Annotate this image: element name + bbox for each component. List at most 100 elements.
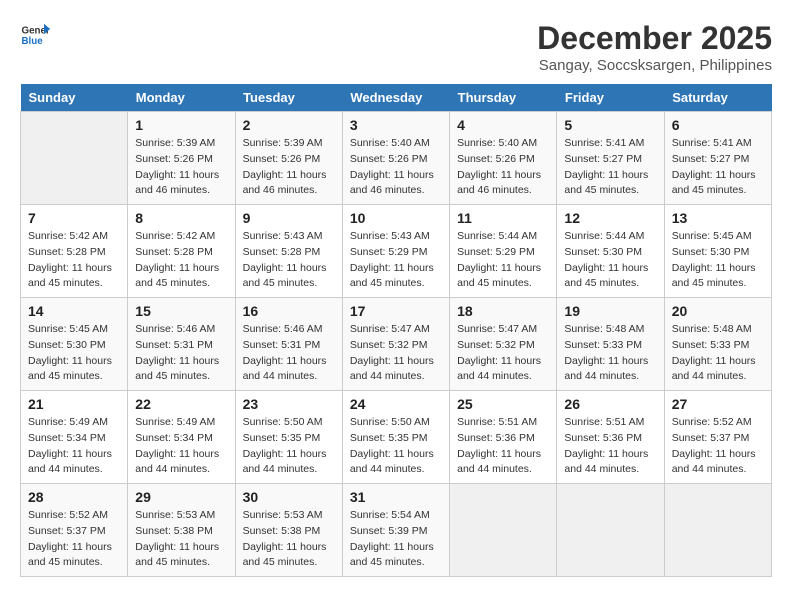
calendar-cell: 5 Sunrise: 5:41 AMSunset: 5:27 PMDaylight… xyxy=(557,112,664,205)
day-info: Sunrise: 5:54 AMSunset: 5:39 PMDaylight:… xyxy=(350,508,442,571)
calendar-cell: 19 Sunrise: 5:48 AMSunset: 5:33 PMDayligh… xyxy=(557,298,664,391)
day-info: Sunrise: 5:41 AMSunset: 5:27 PMDaylight:… xyxy=(564,136,656,199)
title-block: December 2025 Sangay, Soccsksargen, Phil… xyxy=(537,20,772,74)
calendar-cell: 15Sunrise: 5:46 AMSunset: 5:31 PMDayligh… xyxy=(128,298,235,391)
day-info: Sunrise: 5:42 AMSunset: 5:28 PMDaylight:… xyxy=(28,229,120,292)
day-of-week-header: Sunday xyxy=(21,84,128,112)
calendar-cell: 26 Sunrise: 5:51 AMSunset: 5:36 PMDayligh… xyxy=(557,391,664,484)
calendar-week-row: 1 Sunrise: 5:39 AMSunset: 5:26 PMDaylight… xyxy=(21,112,772,205)
calendar-week-row: 21 Sunrise: 5:49 AMSunset: 5:34 PMDayligh… xyxy=(21,391,772,484)
calendar-header: SundayMondayTuesdayWednesdayThursdayFrid… xyxy=(21,84,772,112)
day-of-week-header: Wednesday xyxy=(342,84,449,112)
day-number: 30 xyxy=(243,489,335,505)
calendar-cell xyxy=(557,484,664,577)
calendar-cell: 9 Sunrise: 5:43 AMSunset: 5:28 PMDaylight… xyxy=(235,205,342,298)
month-title: December 2025 xyxy=(537,20,772,57)
day-info: Sunrise: 5:49 AMSunset: 5:34 PMDaylight:… xyxy=(28,415,120,478)
day-number: 19 xyxy=(564,303,656,319)
day-number: 15 xyxy=(135,303,227,319)
day-number: 22 xyxy=(135,396,227,412)
calendar-cell: 28 Sunrise: 5:52 AMSunset: 5:37 PMDayligh… xyxy=(21,484,128,577)
calendar-cell: 30 Sunrise: 5:53 AMSunset: 5:38 PMDayligh… xyxy=(235,484,342,577)
calendar-cell: 10 Sunrise: 5:43 AMSunset: 5:29 PMDayligh… xyxy=(342,205,449,298)
day-info: Sunrise: 5:48 AMSunset: 5:33 PMDaylight:… xyxy=(564,322,656,385)
day-number: 27 xyxy=(672,396,764,412)
day-info: Sunrise: 5:53 AMSunset: 5:38 PMDaylight:… xyxy=(135,508,227,571)
calendar-cell: 13Sunrise: 5:45 AMSunset: 5:30 PMDayligh… xyxy=(664,205,771,298)
day-number: 18 xyxy=(457,303,549,319)
logo-icon: General Blue xyxy=(20,20,50,50)
day-info: Sunrise: 5:40 AMSunset: 5:26 PMDaylight:… xyxy=(457,136,549,199)
day-number: 3 xyxy=(350,117,442,133)
calendar-cell: 14 Sunrise: 5:45 AMSunset: 5:30 PMDayligh… xyxy=(21,298,128,391)
calendar-cell: 18 Sunrise: 5:47 AMSunset: 5:32 PMDayligh… xyxy=(450,298,557,391)
day-number: 8 xyxy=(135,210,227,226)
day-number: 31 xyxy=(350,489,442,505)
day-number: 9 xyxy=(243,210,335,226)
calendar-cell: 25Sunrise: 5:51 AMSunset: 5:36 PMDayligh… xyxy=(450,391,557,484)
calendar-cell: 6 Sunrise: 5:41 AMSunset: 5:27 PMDaylight… xyxy=(664,112,771,205)
calendar-cell: 22 Sunrise: 5:49 AMSunset: 5:34 PMDayligh… xyxy=(128,391,235,484)
calendar-cell: 2 Sunrise: 5:39 AMSunset: 5:26 PMDaylight… xyxy=(235,112,342,205)
day-info: Sunrise: 5:42 AMSunset: 5:28 PMDaylight:… xyxy=(135,229,227,292)
day-info: Sunrise: 5:43 AMSunset: 5:28 PMDaylight:… xyxy=(243,229,335,292)
day-info: Sunrise: 5:52 AMSunset: 5:37 PMDaylight:… xyxy=(672,415,764,478)
day-number: 1 xyxy=(135,117,227,133)
calendar-cell: 31 Sunrise: 5:54 AMSunset: 5:39 PMDayligh… xyxy=(342,484,449,577)
day-info: Sunrise: 5:39 AMSunset: 5:26 PMDaylight:… xyxy=(135,136,227,199)
day-number: 2 xyxy=(243,117,335,133)
day-info: Sunrise: 5:51 AMSunset: 5:36 PMDaylight:… xyxy=(457,415,549,478)
day-info: Sunrise: 5:49 AMSunset: 5:34 PMDaylight:… xyxy=(135,415,227,478)
calendar-cell: 24 Sunrise: 5:50 AMSunset: 5:35 PMDayligh… xyxy=(342,391,449,484)
calendar-cell: 23 Sunrise: 5:50 AMSunset: 5:35 PMDayligh… xyxy=(235,391,342,484)
day-info: Sunrise: 5:39 AMSunset: 5:26 PMDaylight:… xyxy=(243,136,335,199)
day-info: Sunrise: 5:41 AMSunset: 5:27 PMDaylight:… xyxy=(672,136,764,199)
day-number: 11 xyxy=(457,210,549,226)
day-info: Sunrise: 5:52 AMSunset: 5:37 PMDaylight:… xyxy=(28,508,120,571)
calendar-cell: 4 Sunrise: 5:40 AMSunset: 5:26 PMDaylight… xyxy=(450,112,557,205)
day-info: Sunrise: 5:43 AMSunset: 5:29 PMDaylight:… xyxy=(350,229,442,292)
calendar-cell: 20Sunrise: 5:48 AMSunset: 5:33 PMDayligh… xyxy=(664,298,771,391)
day-number: 5 xyxy=(564,117,656,133)
day-number: 26 xyxy=(564,396,656,412)
day-number: 6 xyxy=(672,117,764,133)
day-of-week-header: Monday xyxy=(128,84,235,112)
calendar-table: SundayMondayTuesdayWednesdayThursdayFrid… xyxy=(20,84,772,577)
day-info: Sunrise: 5:47 AMSunset: 5:32 PMDaylight:… xyxy=(457,322,549,385)
location-subtitle: Sangay, Soccsksargen, Philippines xyxy=(537,57,772,74)
calendar-cell xyxy=(450,484,557,577)
calendar-cell: 7 Sunrise: 5:42 AMSunset: 5:28 PMDaylight… xyxy=(21,205,128,298)
calendar-cell: 29Sunrise: 5:53 AMSunset: 5:38 PMDayligh… xyxy=(128,484,235,577)
day-number: 10 xyxy=(350,210,442,226)
day-info: Sunrise: 5:45 AMSunset: 5:30 PMDaylight:… xyxy=(28,322,120,385)
calendar-cell: 16 Sunrise: 5:46 AMSunset: 5:31 PMDayligh… xyxy=(235,298,342,391)
day-number: 4 xyxy=(457,117,549,133)
calendar-cell: 8 Sunrise: 5:42 AMSunset: 5:28 PMDaylight… xyxy=(128,205,235,298)
calendar-cell: 1 Sunrise: 5:39 AMSunset: 5:26 PMDaylight… xyxy=(128,112,235,205)
calendar-cell: 21 Sunrise: 5:49 AMSunset: 5:34 PMDayligh… xyxy=(21,391,128,484)
page-header: General Blue December 2025 Sangay, Soccs… xyxy=(20,20,772,74)
day-of-week-header: Tuesday xyxy=(235,84,342,112)
day-number: 13 xyxy=(672,210,764,226)
day-number: 24 xyxy=(350,396,442,412)
day-of-week-header: Thursday xyxy=(450,84,557,112)
day-info: Sunrise: 5:53 AMSunset: 5:38 PMDaylight:… xyxy=(243,508,335,571)
calendar-cell xyxy=(664,484,771,577)
day-info: Sunrise: 5:50 AMSunset: 5:35 PMDaylight:… xyxy=(350,415,442,478)
day-number: 23 xyxy=(243,396,335,412)
day-number: 16 xyxy=(243,303,335,319)
day-number: 17 xyxy=(350,303,442,319)
day-number: 21 xyxy=(28,396,120,412)
svg-text:Blue: Blue xyxy=(22,36,44,47)
day-number: 28 xyxy=(28,489,120,505)
calendar-cell: 3Sunrise: 5:40 AMSunset: 5:26 PMDaylight… xyxy=(342,112,449,205)
day-info: Sunrise: 5:44 AMSunset: 5:29 PMDaylight:… xyxy=(457,229,549,292)
day-number: 7 xyxy=(28,210,120,226)
day-number: 14 xyxy=(28,303,120,319)
day-info: Sunrise: 5:47 AMSunset: 5:32 PMDaylight:… xyxy=(350,322,442,385)
day-info: Sunrise: 5:50 AMSunset: 5:35 PMDaylight:… xyxy=(243,415,335,478)
calendar-cell xyxy=(21,112,128,205)
day-info: Sunrise: 5:51 AMSunset: 5:36 PMDaylight:… xyxy=(564,415,656,478)
day-of-week-header: Saturday xyxy=(664,84,771,112)
day-info: Sunrise: 5:46 AMSunset: 5:31 PMDaylight:… xyxy=(243,322,335,385)
